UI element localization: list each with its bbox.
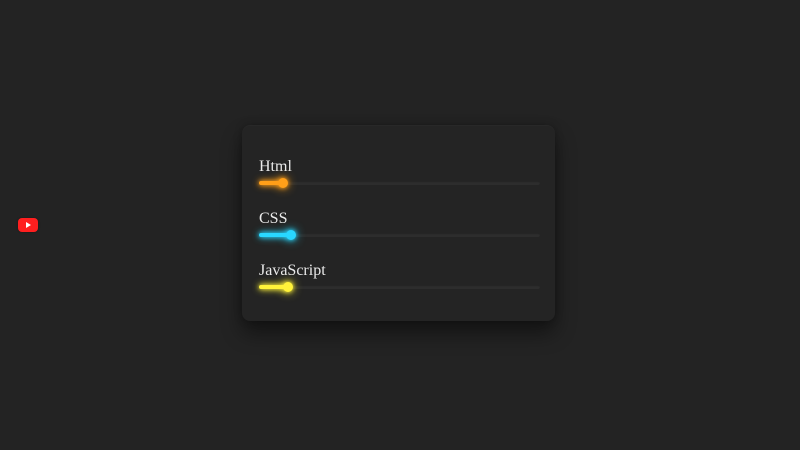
skill-html: Html [259, 158, 540, 188]
skills-card: Html CSS JavaScript [242, 125, 555, 321]
progress-track-html [259, 178, 540, 188]
progress-track-css [259, 230, 540, 240]
youtube-play-icon [23, 220, 33, 230]
progress-thumb-css[interactable] [285, 230, 296, 240]
skill-label-css: CSS [259, 210, 288, 227]
skill-javascript: JavaScript [259, 262, 540, 292]
skill-css: CSS [259, 210, 540, 240]
skill-label-html: Html [259, 158, 292, 175]
skill-label-javascript: JavaScript [259, 262, 326, 279]
youtube-badge[interactable] [18, 218, 38, 232]
progress-thumb-javascript[interactable] [282, 282, 293, 292]
progress-track-javascript [259, 282, 540, 292]
progress-thumb-html[interactable] [277, 178, 288, 188]
